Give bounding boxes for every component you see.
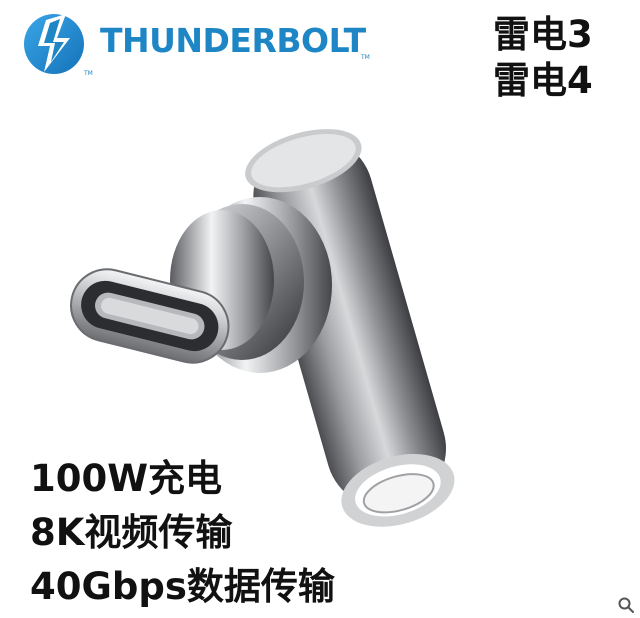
feature-data: 40Gbps数据传输 — [30, 565, 335, 608]
version-list: 雷电3 雷电4 — [493, 12, 593, 104]
feature-video: 8K视频传输 — [30, 511, 233, 554]
version-thunderbolt-3: 雷电3 — [493, 13, 593, 56]
search-icon[interactable] — [617, 596, 635, 614]
thunderbolt-logo-icon — [24, 14, 84, 74]
version-thunderbolt-4: 雷电4 — [493, 59, 593, 102]
brand-trademark: TM — [361, 54, 370, 61]
brand-name: THUNDERBOLT — [100, 21, 366, 60]
feature-charging: 100W充电 — [30, 457, 223, 500]
feature-list: 100W充电 8K视频传输 40Gbps数据传输 — [30, 452, 335, 614]
logo-trademark: TM — [84, 70, 93, 77]
